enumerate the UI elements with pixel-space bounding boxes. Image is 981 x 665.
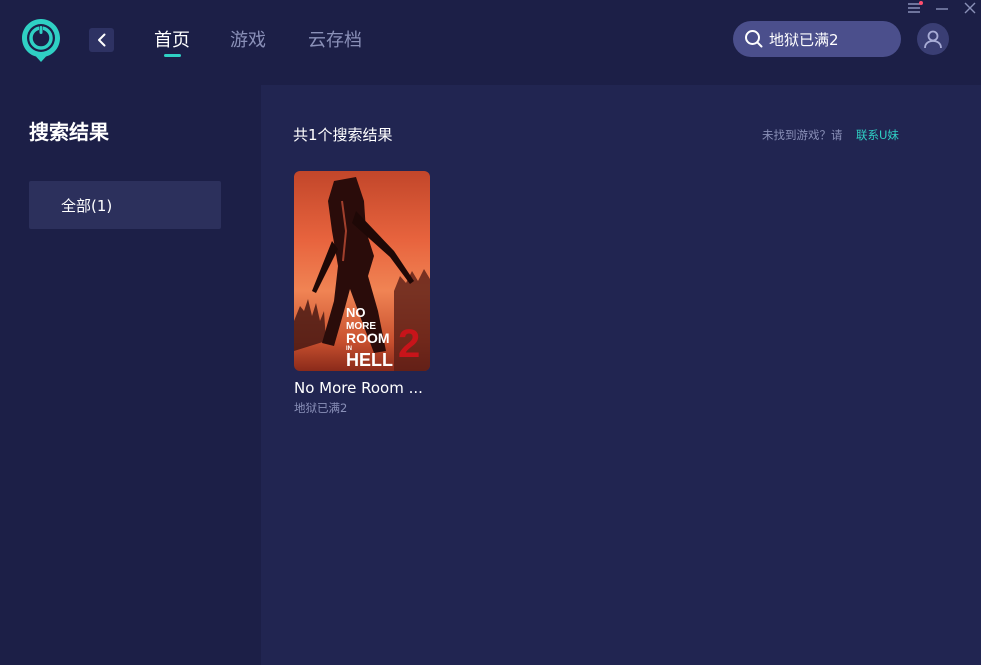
search-input-value: 地狱已满2 <box>769 30 839 49</box>
not-found-text: 未找到游戏？请 <box>762 128 843 142</box>
game-cover-image: NO MORE ROOM IN HELL 2 <box>294 171 430 371</box>
notification-dot <box>919 1 923 5</box>
tab-home[interactable]: 首页 <box>154 29 190 53</box>
tab-cloud-saves[interactable]: 云存档 <box>308 29 362 53</box>
active-tab-indicator <box>164 54 181 57</box>
game-title[interactable]: No More Room ... <box>294 378 434 398</box>
back-button[interactable] <box>89 28 114 52</box>
contact-link[interactable]: 联系U妹 <box>856 127 899 143</box>
game-card[interactable]: NO MORE ROOM IN HELL 2 No More Room ... … <box>294 171 430 416</box>
close-icon[interactable] <box>961 0 979 16</box>
result-count: 共1个搜索结果 <box>293 126 393 144</box>
search-icon <box>745 30 763 48</box>
filter-all[interactable]: 全部(1) <box>29 181 221 229</box>
minimize-icon[interactable] <box>933 0 951 16</box>
top-header: 首页 游戏 云存档 地狱已满2 <box>0 0 981 85</box>
game-subtitle: 地狱已满2 <box>294 401 348 415</box>
app-logo-icon[interactable] <box>20 17 62 63</box>
chevron-left-icon <box>97 33 105 47</box>
tab-games[interactable]: 游戏 <box>230 29 266 53</box>
sidebar <box>0 85 261 665</box>
svg-text:NO: NO <box>346 305 366 320</box>
user-avatar-icon[interactable] <box>917 23 949 55</box>
search-input[interactable]: 地狱已满2 <box>733 21 901 57</box>
svg-text:HELL: HELL <box>346 350 393 370</box>
svg-text:ROOM: ROOM <box>346 330 390 346</box>
sidebar-title: 搜索结果 <box>29 120 109 144</box>
svg-text:2: 2 <box>398 322 420 366</box>
